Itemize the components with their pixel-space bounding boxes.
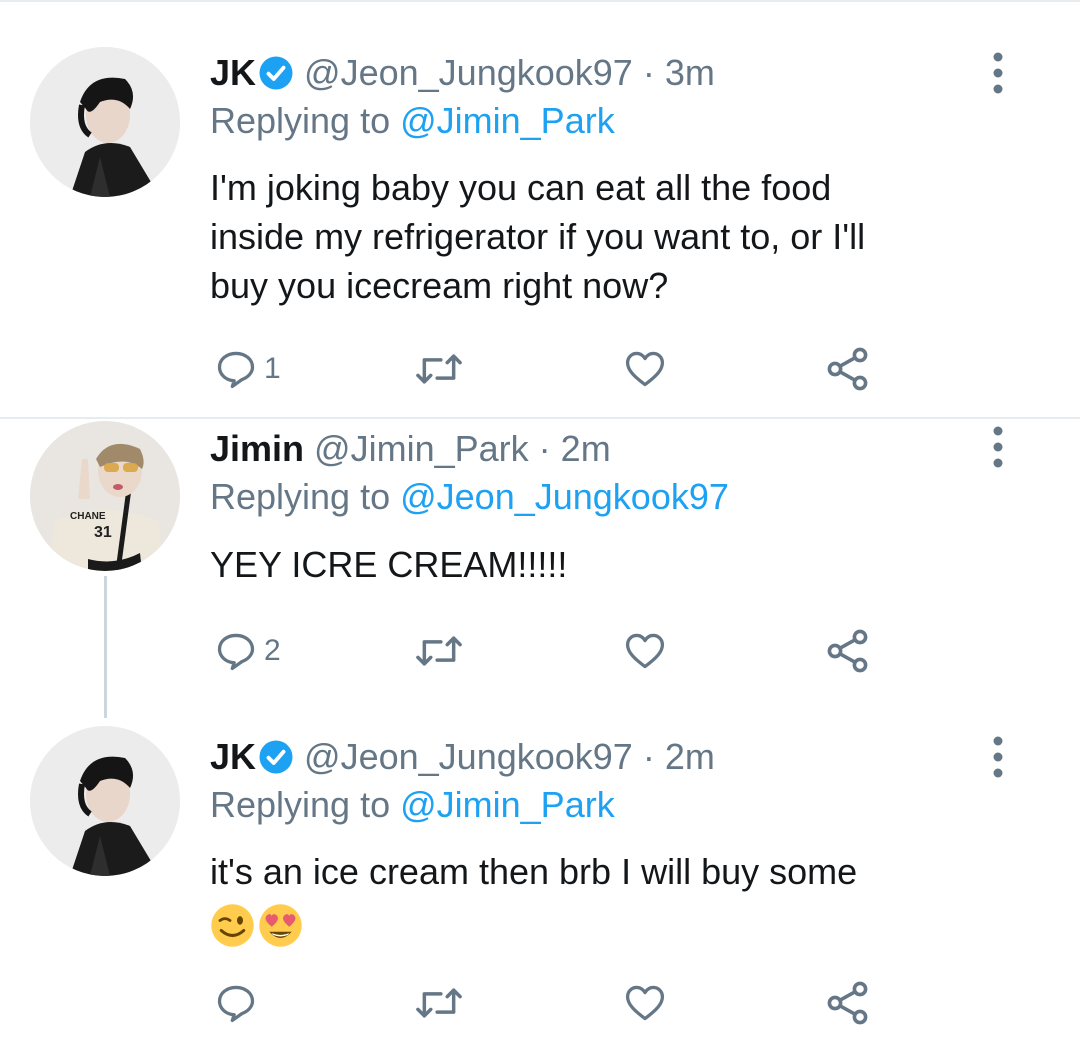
like-icon [625, 985, 665, 1021]
tweet-text-line: inside my refrigerator if you want to, o… [210, 216, 866, 257]
reply-button[interactable]: 2 [214, 626, 281, 676]
replying-prefix: Replying to [210, 100, 401, 141]
retweet-button[interactable] [413, 978, 465, 1028]
winking-face-emoji [211, 904, 254, 947]
tweet-1[interactable]: JK @Jeon_Jungkook97 · 3m Replying to @Ji… [0, 0, 1080, 417]
user-handle[interactable]: @Jimin_Park [314, 428, 529, 469]
tweet-actions [210, 978, 910, 1028]
more-options-icon [993, 52, 1003, 94]
tweet-2[interactable]: CHANE 31 Jimin @Jimin_Park · 2m Replying… [0, 419, 1080, 719]
mention-link[interactable]: @Jimin_Park [400, 100, 615, 141]
emoji-row [210, 898, 1040, 947]
replying-to: Replying to @Jimin_Park [210, 99, 615, 143]
tweet-text-line: buy you icecream right now? [210, 265, 669, 306]
more-options-button[interactable] [988, 735, 1008, 779]
replying-prefix: Replying to [210, 476, 401, 517]
tweet-header: Jimin @Jimin_Park · 2m [210, 424, 611, 474]
tweet-header: JK @Jeon_Jungkook97 · 2m [210, 732, 715, 782]
tweet-3[interactable]: JK @Jeon_Jungkook97 · 2m Replying to @Ji… [0, 719, 1080, 1037]
reply-count: 1 [264, 352, 281, 385]
separator-dot: · [538, 428, 551, 469]
replying-prefix: Replying to [210, 784, 401, 825]
replying-to: Replying to @Jeon_Jungkook97 [210, 475, 729, 519]
verified-badge-icon [259, 56, 293, 90]
more-options-button[interactable] [988, 425, 1008, 469]
separator-dot: · [642, 736, 655, 777]
like-button[interactable] [622, 978, 668, 1028]
verified-badge-icon [259, 740, 293, 774]
tweet-text: YEY ICRE CREAM!!!!! [210, 540, 1040, 589]
avatar-jk[interactable] [30, 47, 180, 197]
reply-button[interactable] [214, 978, 264, 1028]
mention-link[interactable]: @Jimin_Park [400, 784, 615, 825]
more-options-button[interactable] [988, 51, 1008, 95]
tweet-actions: 1 [210, 344, 910, 394]
timestamp[interactable]: 2m [561, 428, 611, 469]
share-button[interactable] [824, 344, 872, 394]
mention-link[interactable]: @Jeon_Jungkook97 [400, 476, 729, 517]
avatar-jk-photo [30, 726, 180, 876]
tweet-text-line: I'm joking baby you can eat all the food [210, 167, 832, 208]
tweet-actions: 2 [210, 626, 910, 676]
avatar-jimin[interactable]: CHANE 31 [30, 421, 180, 571]
retweet-button[interactable] [413, 626, 465, 676]
share-icon [827, 629, 868, 673]
avatar-jk[interactable] [30, 726, 180, 876]
share-button[interactable] [824, 978, 872, 1028]
separator-dot: · [642, 52, 655, 93]
avatar-shirt-text: CHANE [70, 511, 106, 522]
tweet-text-line: it's an ice cream then brb I will buy so… [210, 851, 858, 892]
user-handle[interactable]: @Jeon_Jungkook97 [304, 52, 633, 93]
share-button[interactable] [824, 626, 872, 676]
avatar-shirt-number: 31 [94, 524, 112, 541]
tweet-text: it's an ice cream then brb I will buy so… [210, 847, 1040, 947]
timestamp[interactable]: 3m [665, 52, 715, 93]
share-icon [827, 347, 868, 391]
tweet-text-line: YEY ICRE CREAM!!!!! [210, 544, 568, 585]
thread-connector-line [104, 576, 107, 718]
reply-count: 2 [264, 634, 281, 667]
timestamp[interactable]: 2m [665, 736, 715, 777]
avatar-jimin-photo: CHANE 31 [30, 421, 180, 571]
display-name[interactable]: JK [210, 736, 256, 777]
reply-icon [217, 351, 255, 389]
display-name[interactable]: JK [210, 52, 256, 93]
retweet-icon [416, 988, 462, 1018]
tweet-text: I'm joking baby you can eat all the food… [210, 163, 1040, 310]
replying-to: Replying to @Jimin_Park [210, 783, 615, 827]
like-icon [625, 351, 665, 387]
like-icon [625, 633, 665, 669]
reply-button[interactable]: 1 [214, 344, 281, 394]
display-name[interactable]: Jimin [210, 428, 304, 469]
tweet-header: JK @Jeon_Jungkook97 · 3m [210, 48, 715, 98]
more-options-icon [993, 736, 1003, 778]
like-button[interactable] [622, 626, 668, 676]
like-button[interactable] [622, 344, 668, 394]
avatar-jk-photo [30, 47, 180, 197]
retweet-icon [416, 354, 462, 384]
reply-icon [217, 633, 255, 671]
retweet-icon [416, 636, 462, 666]
user-handle[interactable]: @Jeon_Jungkook97 [304, 736, 633, 777]
share-icon [827, 981, 868, 1025]
more-options-icon [993, 426, 1003, 468]
heart-eyes-emoji [259, 904, 302, 947]
reply-icon [217, 985, 255, 1023]
retweet-button[interactable] [413, 344, 465, 394]
